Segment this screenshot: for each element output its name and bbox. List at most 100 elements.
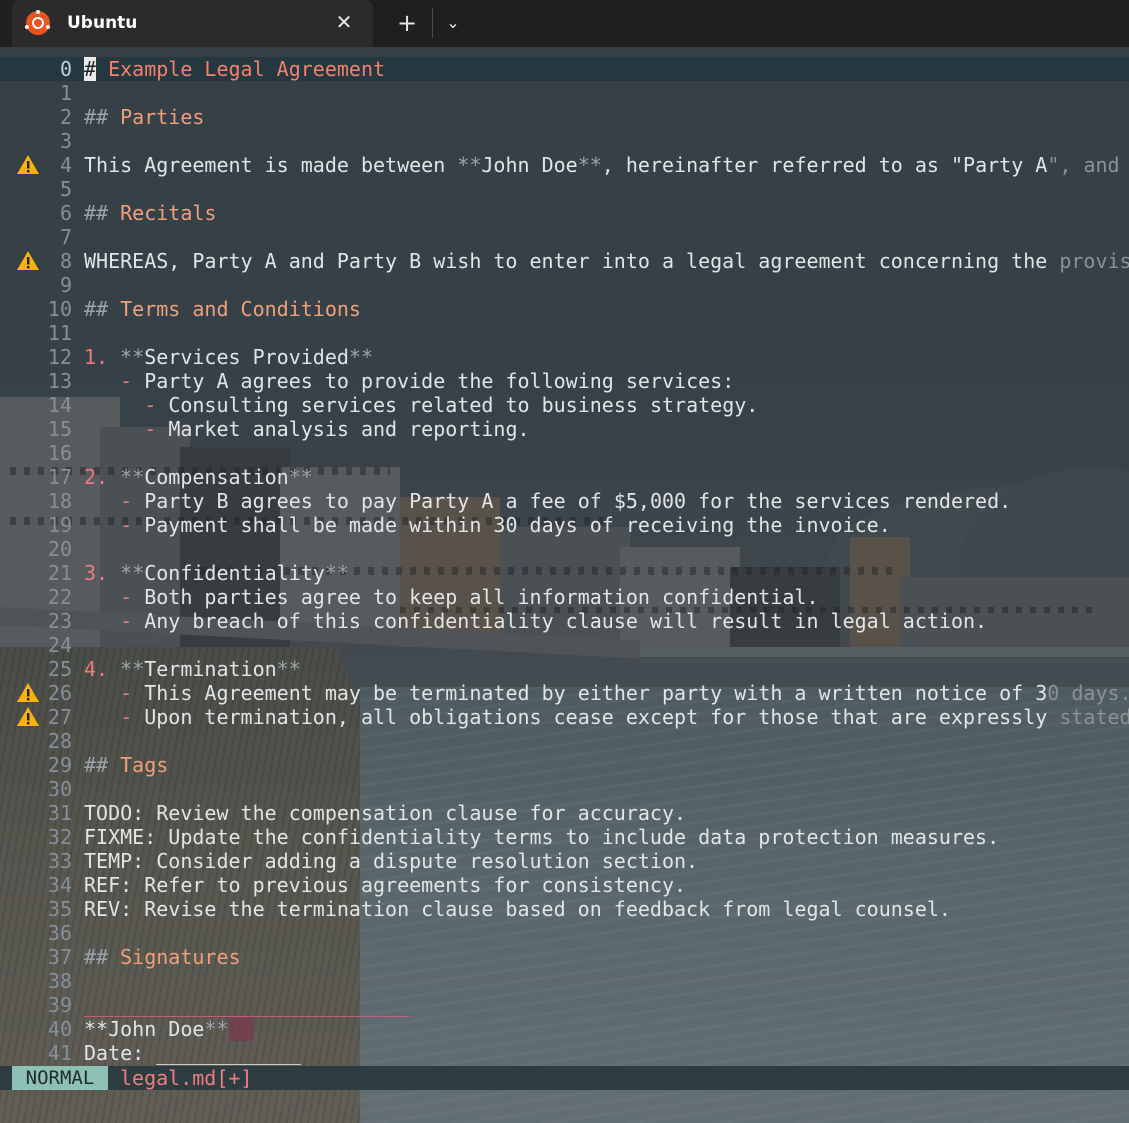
- editor-line[interactable]: 19 - Payment shall be made within 30 day…: [0, 513, 1129, 537]
- editor-buffer[interactable]: 0 # Example Legal Agreement 1 2 ## Parties 3 4…: [0, 57, 1129, 1065]
- editor-line[interactable]: 25 4. **Termination**: [0, 657, 1129, 681]
- warning-icon[interactable]: [16, 681, 40, 705]
- line-number: 31: [47, 801, 72, 825]
- editor-line[interactable]: 10 ## Terms and Conditions: [0, 297, 1129, 321]
- editor-line[interactable]: 9: [0, 273, 1129, 297]
- line-text: - Upon termination, all obligations ceas…: [84, 705, 1129, 729]
- editor-line[interactable]: 12 1. **Services Provided**: [0, 345, 1129, 369]
- text-segment: Parties: [120, 105, 205, 129]
- chevron-down-icon[interactable]: ⌄: [440, 8, 466, 38]
- editor-line[interactable]: 2 ## Parties: [0, 105, 1129, 129]
- editor-line[interactable]: 11: [0, 321, 1129, 345]
- line-number: 22: [47, 585, 72, 609]
- text-segment: Payment shall be made within 30 days of …: [144, 513, 891, 537]
- editor-line[interactable]: 3: [0, 129, 1129, 153]
- tab-bar: Ubuntu ✕ + ⌄: [0, 0, 1129, 47]
- text-segment: **: [324, 561, 349, 585]
- editor-line[interactable]: 34 REF: Refer to previous agreements for …: [0, 873, 1129, 897]
- line-text: FIXME: Update the confidentiality terms …: [84, 825, 999, 849]
- editor-line[interactable]: 27 - Upon termination, all obligations c…: [0, 705, 1129, 729]
- editor-line[interactable]: 28: [0, 729, 1129, 753]
- editor-line[interactable]: 24: [0, 633, 1129, 657]
- editor-line[interactable]: 13 - Party A agrees to provide the follo…: [0, 369, 1129, 393]
- warning-icon[interactable]: [16, 249, 40, 273]
- editor-line[interactable]: 4 This Agreement is made between **John D…: [0, 153, 1129, 177]
- line-text: 3. **Confidentiality**: [84, 561, 349, 585]
- editor-line[interactable]: 20: [0, 537, 1129, 561]
- text-segment: TODO: Review the compensation clause for…: [84, 801, 687, 825]
- text-segment: [84, 513, 120, 537]
- line-number: 0: [59, 57, 72, 81]
- editor-line[interactable]: 29 ## Tags: [0, 753, 1129, 777]
- text-segment: Party B agrees to pay Party A a fee of $…: [144, 489, 1012, 513]
- editor-line[interactable]: 14 - Consulting services related to busi…: [0, 393, 1129, 417]
- editor-line[interactable]: 36: [0, 921, 1129, 945]
- line-text: This Agreement is made between **John Do…: [84, 153, 1120, 177]
- editor-line[interactable]: 21 3. **Confidentiality**: [0, 561, 1129, 585]
- text-segment: Services Provided: [144, 345, 349, 369]
- text-segment: provis: [1059, 249, 1129, 273]
- text-segment: [84, 609, 120, 633]
- line-text: REF: Refer to previous agreements for co…: [84, 873, 686, 897]
- close-icon[interactable]: ✕: [330, 8, 358, 36]
- editor-line[interactable]: 37 ## Signatures: [0, 945, 1129, 969]
- line-number: 6: [59, 201, 72, 225]
- editor-line[interactable]: 16: [0, 441, 1129, 465]
- text-segment: ##: [84, 105, 121, 129]
- tab-ubuntu[interactable]: Ubuntu ✕: [12, 0, 373, 47]
- editor-line[interactable]: 35 REV: Revise the termination clause bas…: [0, 897, 1129, 921]
- editor-line[interactable]: 8 WHEREAS, Party A and Party B wish to en…: [0, 249, 1129, 273]
- text-segment: John Doe: [481, 153, 578, 177]
- text-segment: Confidentiality: [144, 561, 325, 585]
- editor-line[interactable]: 6 ## Recitals: [0, 201, 1129, 225]
- line-number: 7: [59, 225, 72, 249]
- line-number: 33: [47, 849, 72, 873]
- editor-line[interactable]: 31 TODO: Review the compensation clause f…: [0, 801, 1129, 825]
- editor-line[interactable]: 15 - Market analysis and reporting.: [0, 417, 1129, 441]
- line-number: 11: [47, 321, 72, 345]
- editor-line[interactable]: 26 - This Agreement may be terminated by…: [0, 681, 1129, 705]
- line-number: 17: [47, 465, 72, 489]
- text-segment: **John Doe: [84, 1017, 205, 1041]
- text-segment: **: [276, 657, 301, 681]
- line-text: - Payment shall be made within 30 days o…: [84, 513, 891, 537]
- editor-line[interactable]: 23 - Any breach of this confidentiality …: [0, 609, 1129, 633]
- line-number: 19: [47, 513, 72, 537]
- insert-highlight: [228, 1017, 253, 1041]
- status-line: NORMAL legal.md[+]: [0, 1066, 1129, 1090]
- line-number: 40: [47, 1017, 72, 1041]
- editor-line[interactable]: 5: [0, 177, 1129, 201]
- new-tab-button[interactable]: +: [392, 8, 422, 38]
- warning-icon[interactable]: [16, 153, 40, 177]
- editor-line[interactable]: 30: [0, 777, 1129, 801]
- ubuntu-logo-icon: [25, 10, 50, 35]
- line-number: 21: [47, 561, 72, 585]
- line-number: 36: [47, 921, 72, 945]
- editor-line[interactable]: 33 TEMP: Consider adding a dispute resolu…: [0, 849, 1129, 873]
- text-segment: **: [120, 561, 145, 585]
- line-text: TODO: Review the compensation clause for…: [84, 801, 686, 825]
- line-number: 23: [47, 609, 72, 633]
- editor-line[interactable]: 17 2. **Compensation**: [0, 465, 1129, 489]
- editor-line[interactable]: 1: [0, 81, 1129, 105]
- warning-icon[interactable]: [16, 705, 40, 729]
- editor-line[interactable]: 22 - Both parties agree to keep all info…: [0, 585, 1129, 609]
- text-segment: **: [457, 153, 482, 177]
- line-number: 25: [47, 657, 72, 681]
- text-segment: 2.: [84, 465, 121, 489]
- editor-line[interactable]: 38: [0, 969, 1129, 993]
- text-segment: ", and: [1047, 153, 1120, 177]
- editor-line[interactable]: 40 **John Doe**: [0, 1017, 1129, 1041]
- line-number: 39: [47, 993, 72, 1017]
- editor-line[interactable]: 32 FIXME: Update the confidentiality term…: [0, 825, 1129, 849]
- line-text: - Party A agrees to provide the followin…: [84, 369, 734, 393]
- editor-line[interactable]: 0 # Example Legal Agreement: [0, 57, 1129, 81]
- text-cursor: #: [84, 57, 97, 81]
- editor-line[interactable]: 18 - Party B agrees to pay Party A a fee…: [0, 489, 1129, 513]
- text-segment: WHEREAS, Party A and Party B wish to ent…: [84, 249, 1060, 273]
- text-segment: Any breach of this confidentiality claus…: [144, 609, 988, 633]
- line-number: 24: [47, 633, 72, 657]
- editor-line[interactable]: 39 ___________________________: [0, 993, 1129, 1017]
- editor-line[interactable]: 41 Date: ____________: [0, 1041, 1129, 1065]
- editor-line[interactable]: 7: [0, 225, 1129, 249]
